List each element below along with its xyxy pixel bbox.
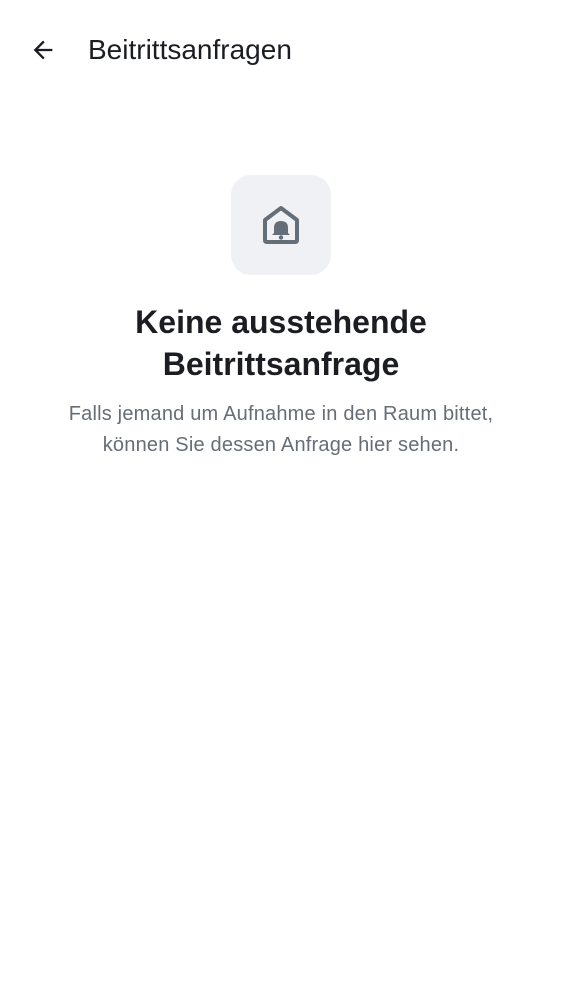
- empty-state-heading: Keine ausstehende Beitrittsanfrage: [135, 304, 427, 382]
- empty-state-icon-tile: [231, 175, 331, 275]
- back-button[interactable]: [19, 26, 67, 74]
- top-app-bar: Beitrittsanfragen: [0, 0, 562, 100]
- home-bell-icon: [263, 206, 299, 244]
- arrow-left-icon: [33, 40, 53, 60]
- empty-state-description: Falls jemand um Aufnahme in den Raum bit…: [68, 403, 494, 456]
- page-title: Beitrittsanfragen: [88, 34, 292, 65]
- empty-state: Keine ausstehende Beitrittsanfrage Falls…: [0, 175, 562, 461]
